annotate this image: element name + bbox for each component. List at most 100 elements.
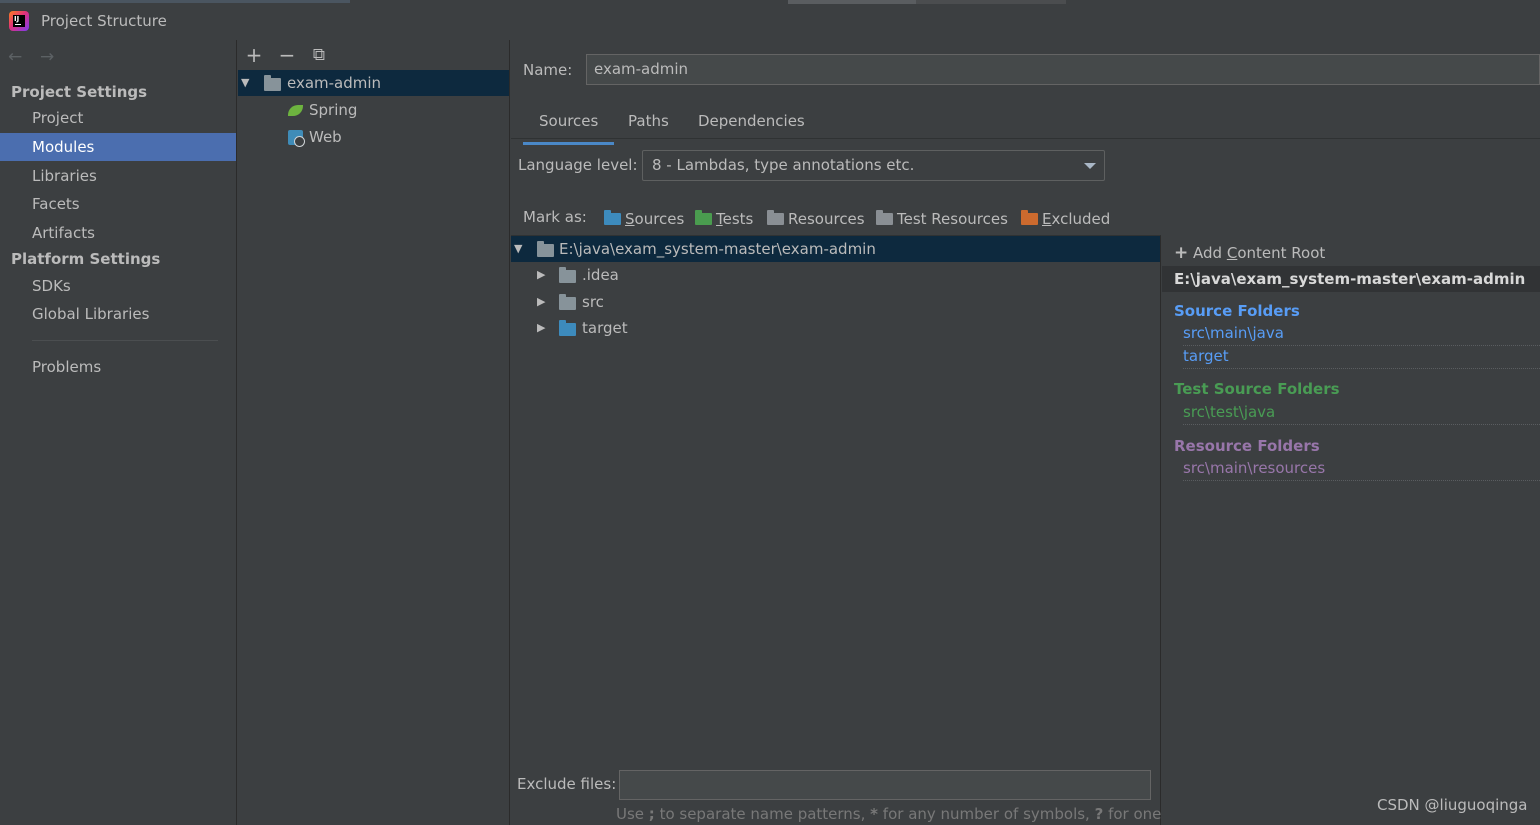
- mark-as-test-resources-button[interactable]: Test Resources: [876, 208, 1008, 230]
- test-source-folders-header: Test Source Folders: [1174, 380, 1340, 398]
- expand-triangle-icon[interactable]: ▶: [537, 289, 545, 315]
- chevron-down-icon: [1084, 163, 1096, 169]
- tests-folder-icon: [695, 210, 712, 225]
- sources-folder-icon: [604, 210, 621, 225]
- mark-as-label: Mark as:: [523, 208, 587, 226]
- content-root-path[interactable]: E:\java\exam_system-master\exam-admin: [1162, 266, 1540, 292]
- sidebar-item-project[interactable]: Project: [0, 104, 236, 132]
- exclude-files-label: Exclude files:: [517, 775, 617, 793]
- tree-row-target[interactable]: ▶ target: [511, 315, 1160, 341]
- language-level-value: 8 - Lambdas, type annotations etc.: [652, 156, 915, 174]
- sidebar-item-facets[interactable]: Facets: [0, 190, 236, 218]
- plus-icon: +: [1174, 243, 1189, 263]
- hint-symbol: *: [870, 805, 879, 823]
- add-module-button[interactable]: +: [243, 44, 265, 66]
- window-title: Project Structure: [41, 12, 167, 30]
- mark-label: ources: [634, 210, 685, 228]
- facet-name: Web: [309, 128, 342, 146]
- web-facet-icon: [288, 130, 305, 147]
- top-accent-line: [916, 0, 1066, 4]
- test-source-folder-item[interactable]: src\test\java: [1183, 403, 1540, 425]
- expand-triangle-icon[interactable]: ▶: [537, 262, 545, 288]
- module-folder-icon: [264, 75, 281, 91]
- sidebar-item-libraries[interactable]: Libraries: [0, 162, 236, 190]
- hint-symbol: ?: [1094, 805, 1104, 823]
- folder-icon: [559, 294, 576, 310]
- language-level-label: Language level:: [518, 156, 638, 174]
- watermark: CSDN @liuguoqinga: [1377, 796, 1528, 814]
- resources-folder-icon: [767, 210, 784, 225]
- tab-sources[interactable]: Sources: [522, 112, 615, 145]
- module-list-panel: + − ⧉ ▼ exam-admin Spring Web: [238, 40, 510, 825]
- resource-folder-item[interactable]: src\main\resources: [1183, 459, 1540, 481]
- mark-label: ests: [722, 210, 754, 228]
- collapse-triangle-icon[interactable]: ▼: [514, 236, 522, 262]
- module-name-field[interactable]: exam-admin: [586, 54, 1540, 85]
- sidebar-divider: [32, 340, 218, 341]
- expand-triangle-icon[interactable]: ▶: [537, 315, 545, 341]
- tab-paths[interactable]: Paths: [628, 112, 669, 138]
- mnemonic: C: [1226, 244, 1238, 262]
- source-folder-item[interactable]: src\main\java: [1183, 324, 1540, 346]
- sidebar-item-modules[interactable]: Modules: [0, 133, 236, 161]
- hint-text: Use: [616, 805, 649, 823]
- tree-node-label: target: [582, 319, 628, 337]
- forward-arrow-icon[interactable]: →: [40, 47, 54, 67]
- language-level-dropdown[interactable]: 8 - Lambdas, type annotations etc.: [642, 150, 1105, 181]
- resource-folders-header: Resource Folders: [1174, 437, 1320, 455]
- sidebar-item-problems[interactable]: Problems: [0, 353, 236, 381]
- tree-row-idea[interactable]: ▶ .idea: [511, 262, 1160, 288]
- content-roots-panel: + Add Content Root E:\java\exam_system-m…: [1162, 235, 1540, 825]
- folder-icon: [537, 241, 554, 257]
- tab-dependencies[interactable]: Dependencies: [698, 112, 805, 138]
- top-accent-line: [788, 0, 916, 4]
- add-content-root-button[interactable]: + Add Content Root: [1174, 243, 1325, 263]
- project-settings-header: Project Settings: [11, 83, 148, 101]
- tree-node-label: E:\java\exam_system-master\exam-admin: [559, 240, 876, 258]
- module-tree-row-exam-admin[interactable]: ▼ exam-admin: [238, 70, 509, 96]
- add-root-label: Add: [1193, 244, 1227, 262]
- mark-label: Test Resources: [897, 210, 1008, 228]
- tree-row-src[interactable]: ▶ src: [511, 289, 1160, 315]
- copy-module-button[interactable]: ⧉: [308, 44, 330, 66]
- source-folder-icon: [559, 320, 576, 336]
- hint-text: for one.: [1103, 805, 1167, 823]
- module-details-panel: Name: exam-admin Sources Paths Dependenc…: [511, 40, 1540, 825]
- mark-as-resources-button[interactable]: Resources: [767, 208, 865, 230]
- hint-text: to separate name patterns,: [654, 805, 871, 823]
- top-accent-line: [0, 0, 350, 3]
- mark-label: Resources: [788, 210, 865, 228]
- tree-node-label: src: [582, 293, 604, 311]
- back-arrow-icon[interactable]: ←: [8, 47, 22, 67]
- tree-node-label: .idea: [582, 266, 619, 284]
- name-label: Name:: [523, 61, 573, 79]
- sidebar-item-global-libraries[interactable]: Global Libraries: [0, 300, 236, 328]
- test-resources-folder-icon: [876, 210, 893, 225]
- module-facet-row-spring[interactable]: Spring: [238, 97, 509, 123]
- platform-settings-header: Platform Settings: [11, 250, 161, 268]
- tree-row-content-root[interactable]: ▼ E:\java\exam_system-master\exam-admin: [511, 236, 1160, 262]
- sidebar-item-artifacts[interactable]: Artifacts: [0, 219, 236, 247]
- mark-as-sources-button[interactable]: Sources: [604, 208, 684, 230]
- mark-as-tests-button[interactable]: Tests: [695, 208, 753, 230]
- expand-triangle-icon[interactable]: ▼: [241, 70, 249, 96]
- mnemonic: T: [716, 210, 723, 228]
- exclude-files-input[interactable]: [619, 770, 1151, 800]
- source-folder-item[interactable]: target: [1183, 347, 1540, 369]
- mark-as-excluded-button[interactable]: Excluded: [1021, 208, 1110, 230]
- spring-leaf-icon: [288, 105, 303, 116]
- excluded-folder-icon: [1021, 210, 1038, 225]
- facet-name: Spring: [309, 101, 358, 119]
- add-root-label: ontent Root: [1237, 244, 1326, 262]
- remove-module-button[interactable]: −: [276, 44, 298, 66]
- module-facet-row-web[interactable]: Web: [238, 124, 509, 150]
- intellij-logo-icon: IJ: [9, 11, 29, 31]
- module-name-value: exam-admin: [594, 60, 689, 78]
- folder-icon: [559, 267, 576, 283]
- sidebar-item-sdks[interactable]: SDKs: [0, 272, 236, 300]
- settings-sidebar: ← → Project Settings Project Modules Lib…: [0, 40, 237, 825]
- title-bar: IJ Project Structure: [0, 0, 1540, 40]
- hint-text: for any number of symbols,: [878, 805, 1095, 823]
- module-name: exam-admin: [287, 74, 382, 92]
- mark-label: xcluded: [1051, 210, 1111, 228]
